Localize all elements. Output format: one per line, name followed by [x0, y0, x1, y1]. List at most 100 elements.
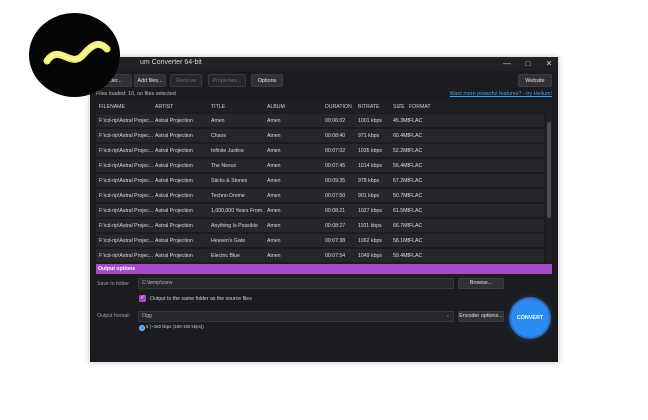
table-cell-album: Amen [267, 118, 281, 124]
table-cell-album: Amen [267, 208, 281, 214]
table-row[interactable]: F:\cd-rip\Astral Projec... Astral Project… [96, 129, 544, 143]
table-cell-format: FLAC [409, 133, 423, 139]
table-cell-size: 52.2MB [393, 148, 409, 154]
table-cell-size: 67.2MB [393, 178, 409, 184]
table-cell-album: Amen [267, 133, 281, 139]
column-filename[interactable]: FILENAME [99, 104, 125, 110]
column-duration[interactable]: DURATION [325, 104, 352, 110]
table-cell-filename: F:\cd-rip\Astral Projec... [99, 178, 153, 184]
table-cell-bitrate: 1101 kbps [358, 223, 382, 229]
table-cell-title: Infinite Justice [211, 148, 244, 154]
column-bitrate[interactable]: BITRATE [358, 104, 380, 110]
table-cell-size: 45.3MB [393, 118, 409, 124]
minimize-button[interactable]: — [498, 57, 516, 71]
title-bar: um Converter 64-bit — □ ✕ [90, 57, 558, 71]
options-button[interactable]: Options [251, 74, 283, 87]
table-cell-artist: Astral Projection [155, 148, 193, 154]
table-cell-title: Sticks & Stones [211, 178, 248, 184]
table-cell-format: FLAC [409, 193, 423, 199]
table-row[interactable]: F:\cd-rip\Astral Projec... Astral Project… [96, 234, 544, 248]
table-header: FILENAME ARTIST TITLE ALBUM DURATION BIT… [96, 101, 552, 113]
table-cell-title: 1,000,000 Years From... [211, 208, 265, 214]
table-cell-format: FLAC [409, 118, 423, 124]
table-cell-size: 50.7MB [393, 193, 409, 199]
column-format[interactable]: FORMAT [409, 104, 431, 110]
browse-button[interactable]: Browse... [458, 278, 504, 289]
table-cell-filename: F:\cd-rip\Astral Projec... [99, 148, 153, 154]
more-features-link[interactable]: Want more powerful features? - try Heliu… [449, 91, 552, 97]
table-cell-filename: F:\cd-rip\Astral Projec... [99, 208, 153, 214]
column-artist[interactable]: ARTIST [155, 104, 173, 110]
helium-logo-wave [43, 41, 111, 65]
table-cell-filename: F:\cd-rip\Astral Projec... [99, 253, 153, 259]
same-folder-label: Output to the same folder as the source … [150, 296, 252, 302]
maximize-button[interactable]: □ [519, 57, 537, 71]
table-cell-title: Anything Is Possible [211, 223, 258, 229]
convert-button[interactable]: CONVERT [511, 299, 549, 337]
table-cell-format: FLAC [409, 223, 423, 229]
table-cell-duration: 00:08:21 [325, 208, 346, 214]
table-cell-format: FLAC [409, 148, 423, 154]
table-cell-title: Amen [211, 118, 225, 124]
table-cell-format: FLAC [409, 163, 423, 169]
output-format-value: Ogg [142, 313, 152, 319]
table-row[interactable]: F:\cd-rip\Astral Projec... Astral Project… [96, 204, 544, 218]
table-cell-duration: 00:07:38 [325, 238, 346, 244]
window-title: um Converter 64-bit [140, 59, 202, 66]
quality-radio[interactable] [139, 325, 145, 331]
close-button[interactable]: ✕ [540, 57, 558, 71]
table-cell-title: Techno Drome [211, 193, 245, 199]
toolbar: folder... Add files... Remove Properties… [90, 71, 558, 90]
table-cell-artist: Astral Projection [155, 208, 193, 214]
table-cell-bitrate: 971 kbps [358, 133, 380, 139]
encoder-options-button[interactable]: Encoder options... [458, 311, 504, 322]
table-cell-artist: Astral Projection [155, 238, 193, 244]
table-cell-bitrate: 1062 kbps [358, 238, 382, 244]
table-cell-album: Amen [267, 193, 281, 199]
quality-label: 5 (~160 kbps (160-192 kbps)) [146, 324, 204, 329]
table-cell-artist: Astral Projection [155, 163, 193, 169]
column-size[interactable]: SIZE [393, 104, 405, 110]
file-table: F:\cd-rip\Astral Projec... Astral Project… [96, 114, 544, 262]
table-row[interactable]: F:\cd-rip\Astral Projec... Astral Project… [96, 159, 544, 173]
table-cell-format: FLAC [409, 253, 423, 259]
column-album[interactable]: ALBUM [267, 104, 285, 110]
table-cell-duration: 00:09:35 [325, 178, 346, 184]
vertical-scrollbar[interactable] [546, 114, 552, 262]
table-cell-size: 60.4MB [393, 133, 409, 139]
save-folder-input[interactable]: C:\temp\conv [138, 278, 454, 289]
website-button[interactable]: Website [518, 74, 552, 87]
table-row[interactable]: F:\cd-rip\Astral Projec... Astral Project… [96, 114, 544, 128]
remove-button[interactable]: Remove [170, 74, 202, 87]
add-files-button[interactable]: Add files... [134, 74, 166, 87]
table-row[interactable]: F:\cd-rip\Astral Projec... Astral Project… [96, 189, 544, 203]
table-cell-bitrate: 978 kbps [358, 178, 380, 184]
table-cell-artist: Astral Projection [155, 178, 193, 184]
table-row[interactable]: F:\cd-rip\Astral Projec... Astral Project… [96, 249, 544, 262]
table-row[interactable]: F:\cd-rip\Astral Projec... Astral Project… [96, 174, 544, 188]
table-cell-album: Amen [267, 148, 281, 154]
table-cell-filename: F:\cd-rip\Astral Projec... [99, 193, 153, 199]
table-cell-size: 56.4MB [393, 163, 409, 169]
same-folder-checkbox[interactable]: ✓ [139, 295, 146, 302]
table-cell-duration: 00:08:27 [325, 223, 346, 229]
scrollbar-thumb[interactable] [547, 122, 551, 218]
table-cell-album: Amen [267, 163, 281, 169]
table-cell-artist: Astral Projection [155, 193, 193, 199]
table-row[interactable]: F:\cd-rip\Astral Projec... Astral Project… [96, 144, 544, 158]
table-cell-title: Heaven's Gate [211, 238, 246, 244]
table-row[interactable]: F:\cd-rip\Astral Projec... Astral Project… [96, 219, 544, 233]
table-cell-artist: Astral Projection [155, 223, 193, 229]
table-cell-duration: 00:07:45 [325, 163, 346, 169]
table-cell-filename: F:\cd-rip\Astral Projec... [99, 118, 153, 124]
properties-button[interactable]: Properties... [208, 74, 246, 87]
table-cell-artist: Astral Projection [155, 133, 193, 139]
table-cell-format: FLAC [409, 208, 423, 214]
column-title[interactable]: TITLE [211, 104, 225, 110]
table-cell-duration: 00:07:54 [325, 253, 346, 259]
output-format-select[interactable]: Ogg ⌄ [138, 311, 454, 322]
table-cell-size: 58.1MB [393, 238, 409, 244]
table-cell-duration: 00:08:40 [325, 133, 346, 139]
table-cell-title: Chaos [211, 133, 226, 139]
table-cell-duration: 00:07:02 [325, 148, 346, 154]
